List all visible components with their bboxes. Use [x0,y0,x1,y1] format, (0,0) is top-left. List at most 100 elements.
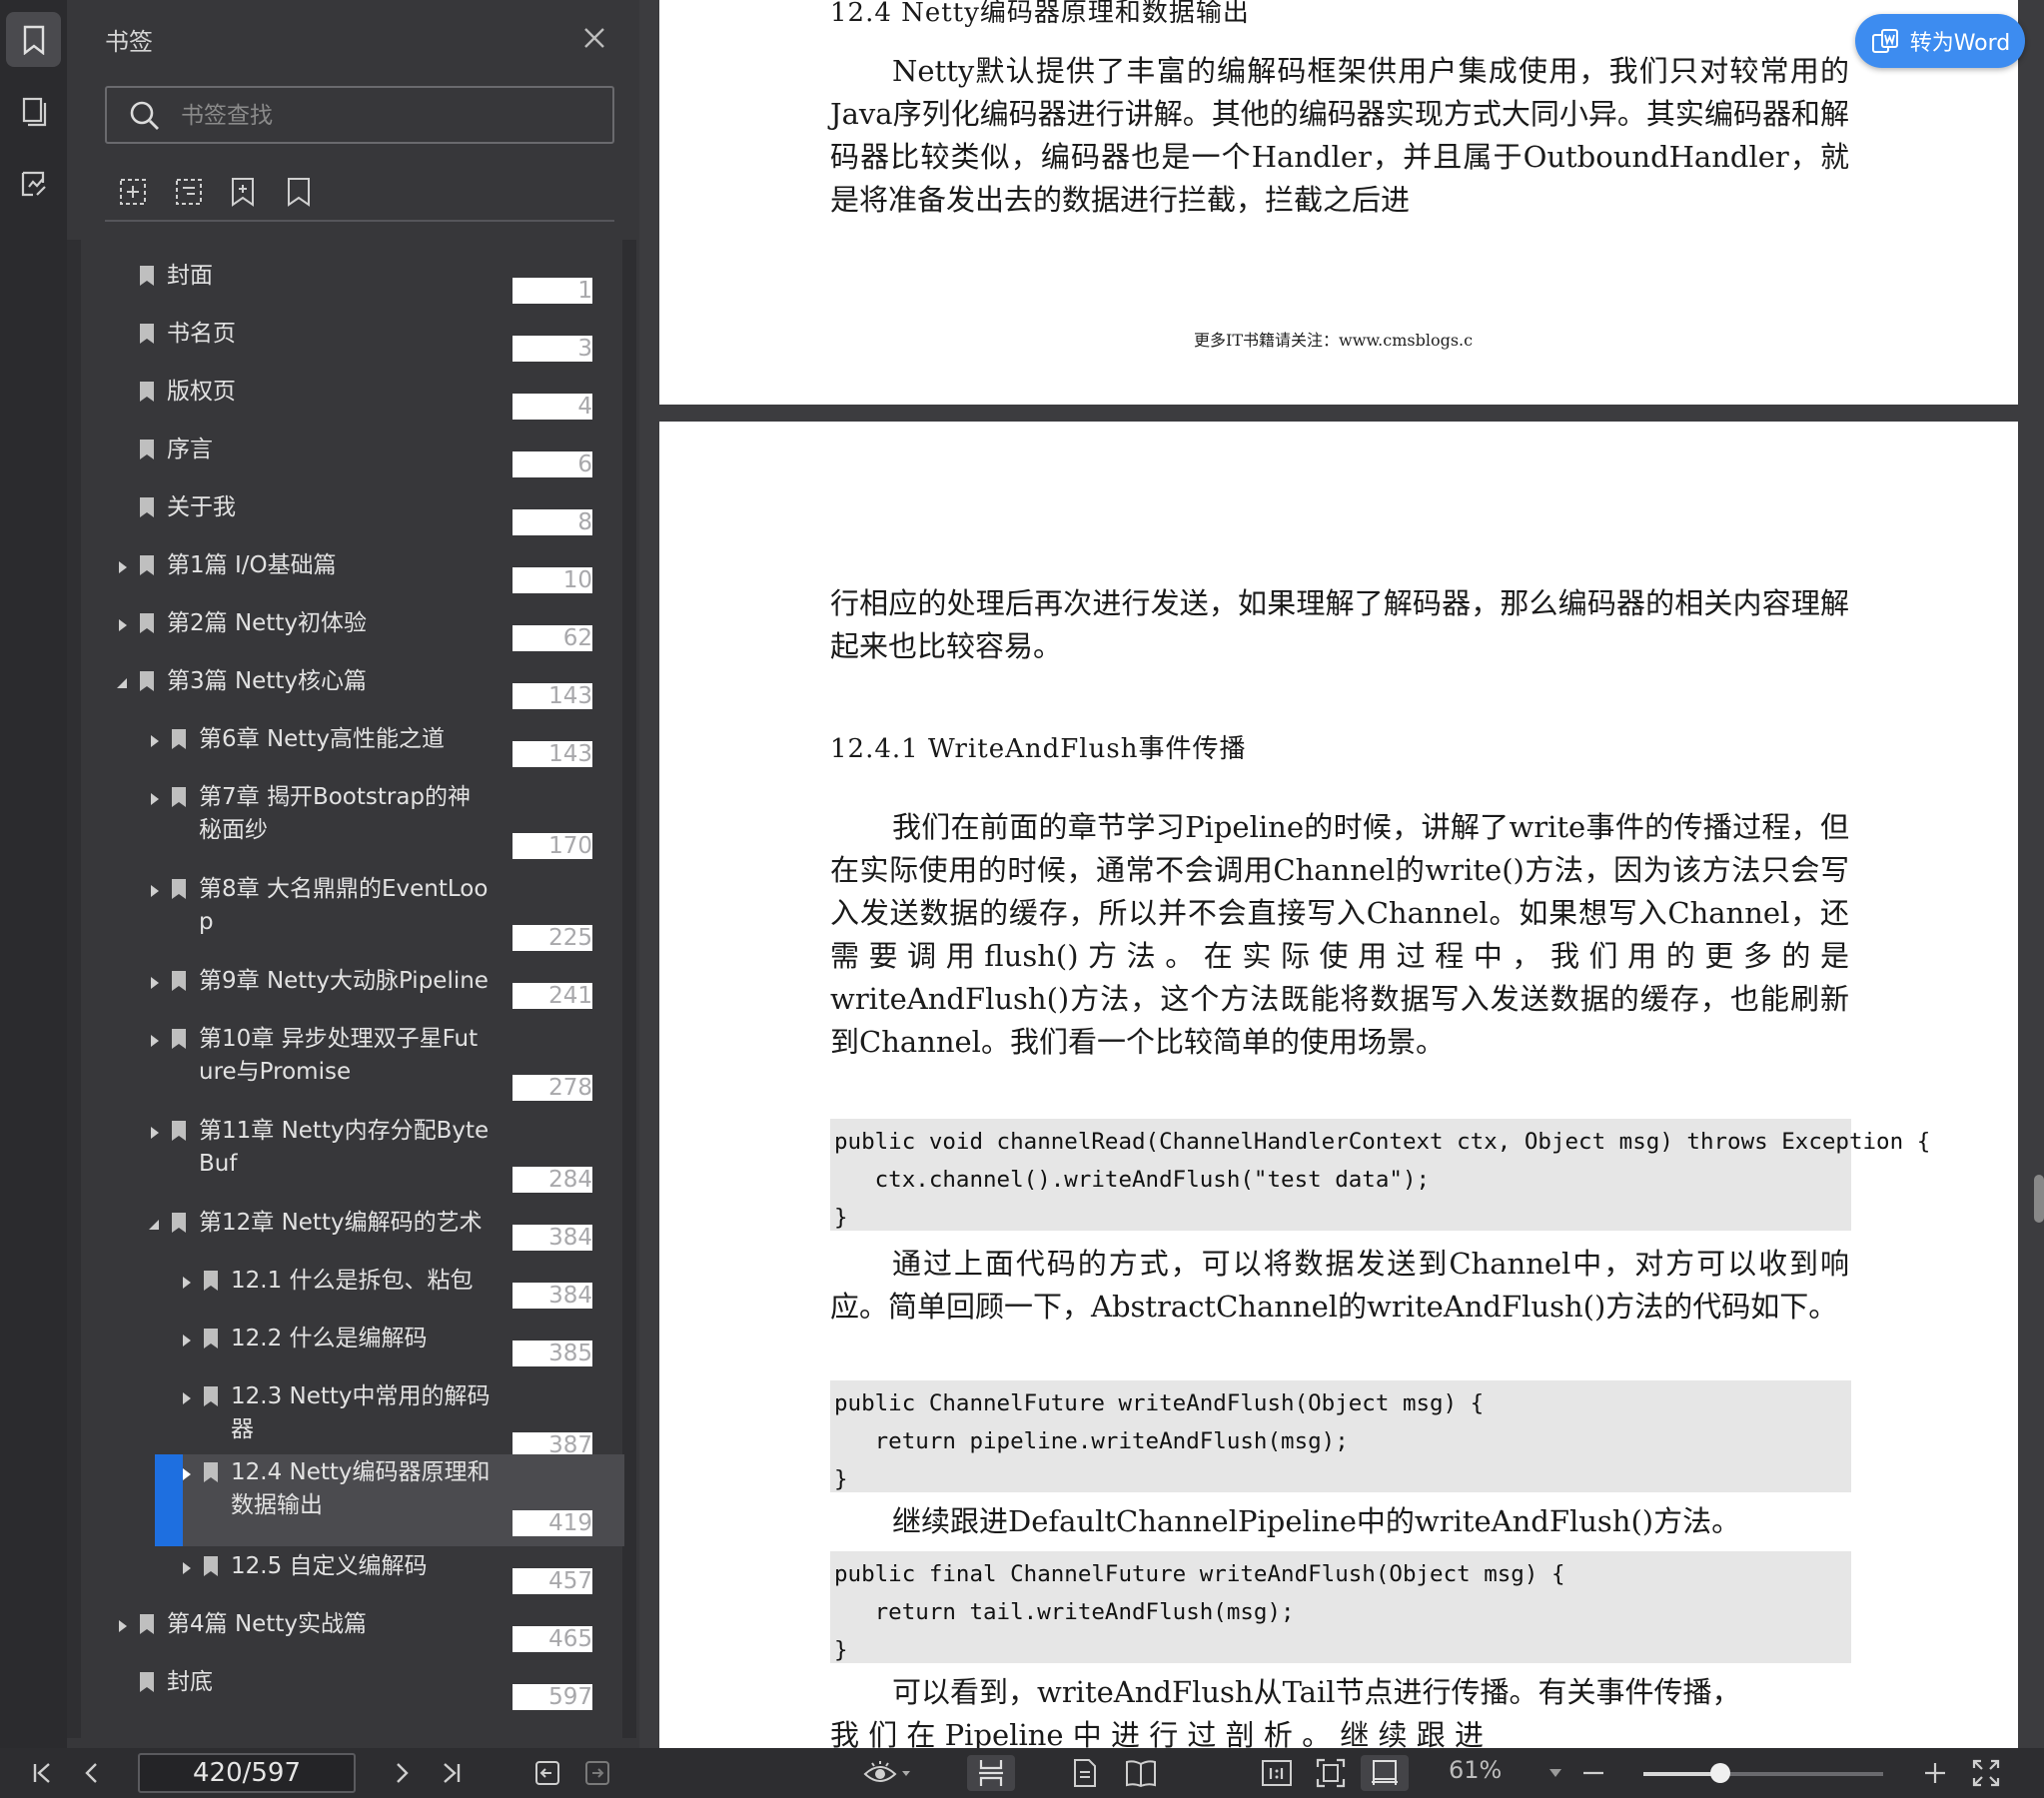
collapsed-arrow-icon[interactable] [147,789,163,809]
double-page-icon[interactable] [1117,1755,1165,1791]
eye-protection-icon[interactable] [857,1755,917,1791]
bookmark-page-number: 62 [512,625,592,651]
page-number-input[interactable]: 420/597 [138,1753,356,1793]
paragraph: 我们在前面的章节学习Pipeline的时候，讲解了write事件的传播过程，但在… [830,810,1849,1059]
collapsed-arrow-icon[interactable] [147,973,163,993]
bookmark-item-selected[interactable]: 12.4 Netty编码器原理和 数据输出 419 [155,1454,624,1546]
fullscreen-icon[interactable] [1966,1755,2006,1791]
bookmark-sidebar: 书签 封面 1 书名页 3 版权页 4 序言 6 关于我 8 第1篇 I/O基础篇 10 第2篇 Net… [67,0,639,1748]
bookmark-icon [170,877,188,901]
forward-icon[interactable] [577,1755,617,1791]
bookmark-icon [170,1211,188,1235]
collapsed-arrow-icon[interactable] [147,881,163,901]
collapsed-arrow-icon[interactable] [147,731,163,751]
pdf-page: 12.4 Netty编码器原理和数据输出 Netty默认提供了丰富的编解码框架供… [659,0,2018,405]
expanded-arrow-icon[interactable] [115,673,131,693]
add-bookmark-icon[interactable] [115,172,151,212]
annotation-panel-icon[interactable] [6,156,61,211]
bookmark-item[interactable]: 第6章 Netty高性能之道 143 [105,721,624,777]
collapsed-arrow-icon[interactable] [147,1123,163,1143]
bookmark-page-number: 225 [512,925,592,951]
bookmark-icon [138,264,156,288]
bookmark-item[interactable]: 第1篇 I/O基础篇 10 [105,547,624,603]
bookmark-item[interactable]: 序言 6 [105,432,624,487]
convert-to-word-button[interactable]: 转为Word [1855,14,2025,68]
bookmark-page-number: 284 [512,1167,592,1193]
section-heading: 12.4 Netty编码器原理和数据输出 [830,0,1250,28]
bookmark-item[interactable]: 第2篇 Netty初体验 62 [105,605,624,661]
search-input[interactable] [179,98,582,134]
search-icon [129,100,161,132]
collapsed-arrow-icon[interactable] [179,1273,195,1293]
bookmark-icon [138,322,156,346]
bookmark-panel-icon[interactable] [6,12,61,67]
previous-page-icon[interactable] [72,1755,112,1791]
bookmark-item[interactable]: 12.1 什么是拆包、粘包 384 [105,1263,624,1319]
bookmark-item[interactable]: 封底 597 [105,1664,624,1720]
bookmark-label: 书名页 [167,321,236,347]
bookmark-item[interactable]: 关于我 8 [105,489,624,545]
paragraph: Netty默认提供了丰富的编解码框架供用户集成使用，我们只对较常用的Java序列… [830,54,1849,217]
bookmark-item[interactable]: 版权页 4 [105,374,624,430]
collapsed-arrow-icon[interactable] [147,1031,163,1051]
add-child-bookmark-icon[interactable] [171,172,207,212]
collapsed-arrow-icon[interactable] [179,1464,195,1484]
collapsed-arrow-icon[interactable] [115,557,131,577]
collapsed-arrow-icon[interactable] [179,1388,195,1408]
single-page-icon[interactable] [1063,1755,1107,1791]
bookmark-label: 第3篇 Netty核心篇 [167,668,367,694]
fit-width-icon[interactable] [1361,1755,1409,1791]
bookmark-item[interactable]: 第10章 异步处理双子星Fut ure与Promise 278 [105,1021,624,1111]
collapsed-arrow-icon[interactable] [179,1331,195,1350]
bookmark-icon [138,669,156,693]
bookmark-icon [170,785,188,809]
expanded-arrow-icon[interactable] [147,1215,163,1235]
collapsed-arrow-icon[interactable] [179,1558,195,1578]
document-scrollbar-thumb[interactable] [2034,1175,2044,1223]
collapsed-arrow-icon[interactable] [115,1616,131,1636]
zoom-slider[interactable] [1643,1763,1883,1783]
first-page-icon[interactable] [22,1755,62,1791]
section-heading: 12.4.1 WriteAndFlush事件传播 [830,734,1247,764]
actual-size-icon[interactable] [1255,1755,1299,1791]
bookmark-item[interactable]: 第7章 揭开Bootstrap的神 秘面纱 170 [105,779,624,869]
bookmark-label: 第8章 大名鼎鼎的EventLoo p [199,876,489,935]
bookmark-add-icon[interactable] [225,172,261,212]
zoom-level[interactable]: 61% [1449,1756,1502,1784]
last-page-icon[interactable] [432,1755,472,1791]
next-page-icon[interactable] [382,1755,422,1791]
close-icon[interactable] [576,20,612,56]
zoom-slider-fill [1643,1772,1720,1776]
continuous-scroll-icon[interactable] [967,1755,1015,1791]
bookmark-item[interactable]: 12.2 什么是编解码 385 [105,1321,624,1376]
fit-page-icon[interactable] [1309,1755,1353,1791]
bookmark-item[interactable]: 第9章 Netty大动脉Pipeline 241 [105,963,624,1019]
sidebar-scrollbar[interactable] [622,240,636,1738]
zoom-dropdown-icon[interactable] [1540,1755,1570,1791]
bookmark-item[interactable]: 第4篇 Netty实战篇 465 [105,1606,624,1662]
bookmark-label: 第2篇 Netty初体验 [167,610,367,636]
zoom-slider-handle[interactable] [1709,1763,1730,1783]
bookmark-icon [138,1612,156,1636]
bookmark-item[interactable]: 第3篇 Netty核心篇 143 [105,663,624,719]
bookmark-search[interactable] [105,86,614,144]
bookmark-icon[interactable] [281,172,317,212]
collapsed-arrow-icon[interactable] [115,615,131,635]
bookmark-item[interactable]: 第8章 大名鼎鼎的EventLoo p 225 [105,871,624,961]
code-block: public ChannelFuture writeAndFlush(Objec… [830,1380,1851,1492]
bookmark-icon [202,1269,220,1293]
bookmark-item[interactable]: 封面 1 [105,258,624,314]
bookmark-label: 第12章 Netty编解码的艺术 [199,1210,483,1236]
bookmark-item[interactable]: 第12章 Netty编解码的艺术 384 [105,1205,624,1261]
bookmark-page-number: 6 [512,451,592,477]
zoom-out-icon[interactable] [1576,1755,1610,1791]
thumbnail-panel-icon[interactable] [6,84,61,139]
divider [105,220,614,222]
zoom-in-icon[interactable] [1918,1755,1952,1791]
bookmark-page-number: 1 [512,278,592,304]
bookmark-item[interactable]: 书名页 3 [105,316,624,372]
bookmark-item[interactable]: 第11章 Netty内存分配Byte Buf 284 [105,1113,624,1203]
back-icon[interactable] [527,1755,567,1791]
bookmark-item[interactable]: 12.5 自定义编解码 457 [105,1548,624,1604]
bookmark-icon [138,495,156,519]
